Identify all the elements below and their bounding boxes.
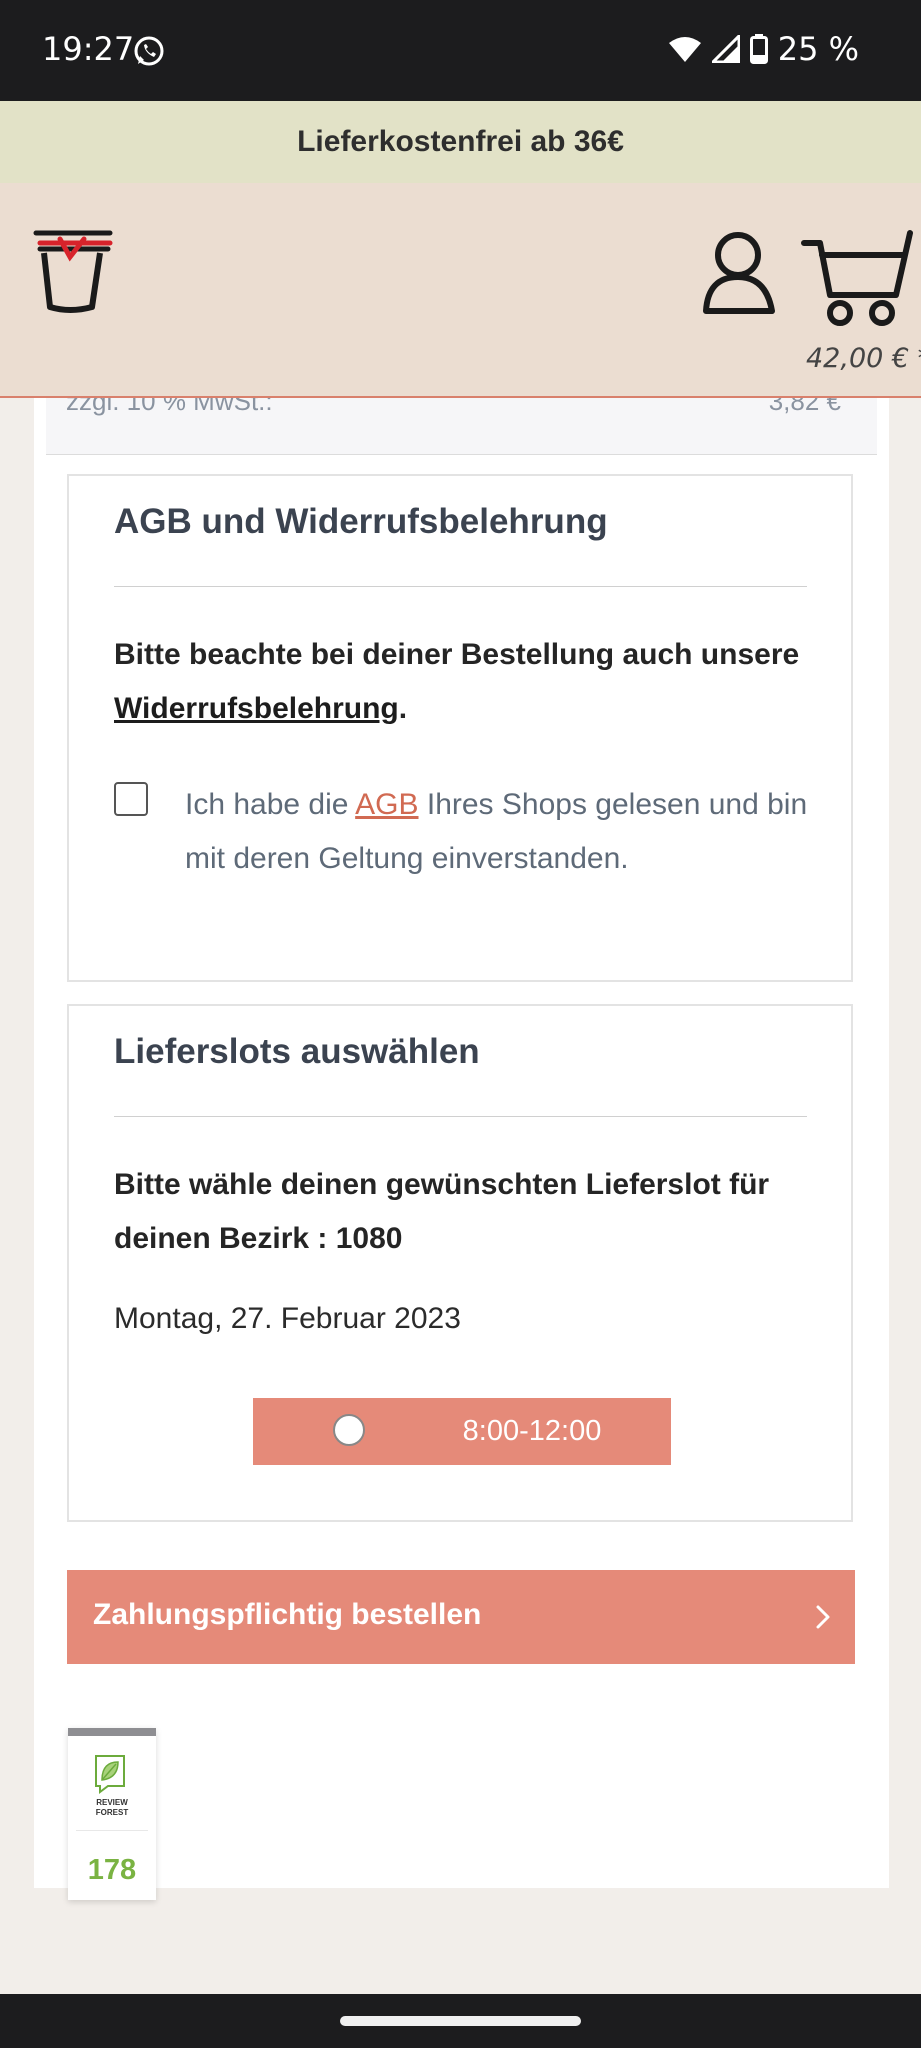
home-gesture-handle[interactable] <box>340 2016 581 2026</box>
withdrawal-note: Bitte beachte bei deiner Bestellung auch… <box>114 628 824 736</box>
checkout-content: zzgl. 10 % MwSt.: 3,82 € AGB und Widerru… <box>34 386 889 1888</box>
terms-section: AGB und Widerrufsbelehrung Bitte beachte… <box>67 474 853 982</box>
terms-title: AGB und Widerrufsbelehrung <box>114 502 608 541</box>
signal-icon <box>711 35 740 63</box>
review-brand: REVIEW FOREST <box>68 1798 156 1818</box>
chevron-right-icon <box>816 1605 830 1629</box>
account-icon[interactable] <box>700 227 780 317</box>
site-header: 42,00 € * <box>0 183 921 398</box>
wifi-icon <box>668 37 701 62</box>
cart-icon[interactable] <box>800 225 916 331</box>
slots-title: Lieferslots auswählen <box>114 1032 480 1071</box>
delivery-slots-section: Lieferslots auswählen Bitte wähle deinen… <box>67 1004 853 1522</box>
status-time: 19:27 <box>42 30 135 68</box>
battery-level: 25 % <box>777 30 859 68</box>
review-brand-line1: REVIEW <box>96 1798 128 1807</box>
tax-row: zzgl. 10 % MwSt.: 3,82 € <box>46 386 877 455</box>
review-count: 178 <box>87 1854 137 1886</box>
agb-link[interactable]: AGB <box>355 788 418 821</box>
free-shipping-banner: Lieferkostenfrei ab 36€ <box>0 101 921 183</box>
withdrawal-note-text: Bitte beachte bei deiner Bestellung auch… <box>114 638 800 671</box>
terms-consent-label[interactable]: Ich habe die AGB Ihres Shops gelesen und… <box>185 778 825 886</box>
system-nav-bar <box>0 1994 921 2048</box>
terms-divider <box>114 586 807 587</box>
withdrawal-note-suffix: . <box>398 692 408 725</box>
terms-checkbox[interactable] <box>114 782 148 816</box>
review-divider <box>76 1830 148 1831</box>
slot-date: Montag, 27. Februar 2023 <box>114 1302 461 1335</box>
delivery-slot-option[interactable]: 8:00-12:00 <box>253 1398 671 1465</box>
review-forest-widget[interactable]: REVIEW FOREST 178 <box>68 1728 156 1900</box>
status-bar: 19:27 25 % <box>0 0 921 101</box>
leaf-icon <box>95 1755 125 1794</box>
slot-time-label: 8:00-12:00 <box>462 1415 602 1447</box>
consent-prefix: Ich habe die <box>185 788 349 821</box>
slots-divider <box>114 1116 807 1117</box>
battery-icon <box>749 34 768 64</box>
whatsapp-icon <box>134 36 164 66</box>
slot-radio[interactable] <box>333 1414 365 1446</box>
review-brand-line2: FOREST <box>95 1808 129 1817</box>
withdrawal-policy-link[interactable]: Widerrufsbelehrung <box>114 692 399 725</box>
cart-total[interactable]: 42,00 € * <box>806 343 921 374</box>
slots-description: Bitte wähle deinen gewünschten Lieferslo… <box>114 1168 770 1255</box>
place-order-button[interactable]: Zahlungspflichtig bestellen <box>67 1570 855 1664</box>
logo-icon[interactable] <box>30 221 116 317</box>
place-order-label: Zahlungspflichtig bestellen <box>93 1598 482 1631</box>
free-shipping-text: Lieferkostenfrei ab 36€ <box>297 125 624 158</box>
